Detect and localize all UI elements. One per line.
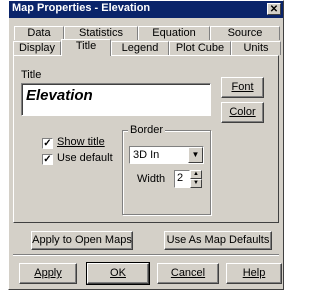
tab-source[interactable]: Source <box>210 26 280 40</box>
tab-legend[interactable]: Legend <box>111 41 169 55</box>
help-button[interactable]: Help <box>226 263 282 284</box>
cancel-button-label: Cancel <box>170 267 206 279</box>
tab-statistics[interactable]: Statistics <box>64 26 138 40</box>
apply-button[interactable]: Apply <box>19 263 77 284</box>
tab-plot-cube[interactable]: Plot Cube <box>169 41 231 55</box>
tab-data[interactable]: Data <box>14 26 64 40</box>
tab-units[interactable]: Units <box>231 41 281 55</box>
window-title: Map Properties - Elevation <box>12 2 151 14</box>
use-as-map-defaults-button[interactable]: Use As Map Defaults <box>164 231 272 250</box>
close-button[interactable]: ✕ <box>267 3 281 15</box>
ok-button-label: OK <box>110 267 126 279</box>
tab-title[interactable]: Title <box>61 39 111 56</box>
help-button-label: Help <box>242 267 266 279</box>
ok-button[interactable]: OK <box>86 262 150 285</box>
title-tab-panel <box>13 55 279 223</box>
tab-equation[interactable]: Equation <box>138 26 210 40</box>
title-bar: Map Properties - Elevation ✕ <box>9 1 283 18</box>
separator <box>13 254 279 256</box>
apply-to-open-maps-button[interactable]: Apply to Open Maps <box>31 231 133 250</box>
tab-display[interactable]: Display <box>13 41 61 55</box>
cancel-button[interactable]: Cancel <box>157 263 219 284</box>
apply-button-label: Apply <box>34 267 62 279</box>
